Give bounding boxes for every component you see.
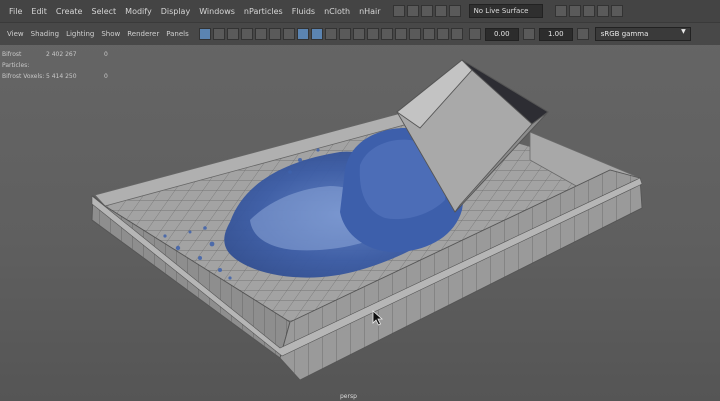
camera-name-label: persp [340,393,357,400]
viewport-scene[interactable] [0,0,720,401]
maya-window: File Edit Create Select Modify Display W… [0,0,720,401]
mouse-cursor-icon [372,310,384,326]
